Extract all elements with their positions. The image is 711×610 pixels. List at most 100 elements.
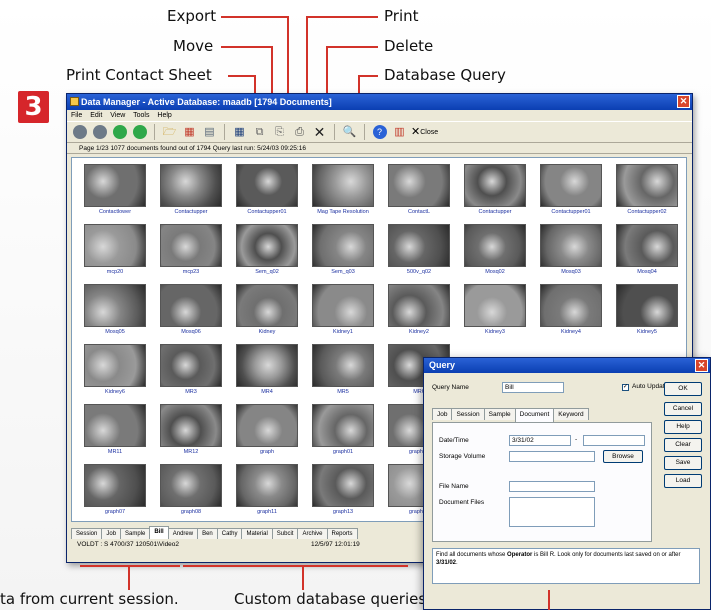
sem-image-thumbnail[interactable] — [160, 224, 222, 267]
cancel-button[interactable]: Cancel — [664, 402, 702, 416]
date-from-input[interactable]: 3/31/02 — [509, 435, 571, 446]
thumbnail-item[interactable]: Contactupper — [464, 164, 526, 216]
close-icon[interactable]: ✕ — [677, 95, 690, 108]
tab-bill[interactable]: Bill — [149, 526, 169, 539]
list-view-icon[interactable]: ▤ — [201, 124, 218, 141]
thumbnail-item[interactable]: Contactlower — [84, 164, 146, 216]
move-button[interactable]: ⧉ — [251, 124, 268, 141]
thumbnail-item[interactable]: graph07 — [84, 464, 146, 516]
tab-subcit[interactable]: Subcit — [271, 528, 299, 539]
grid-view-icon[interactable]: ▦ — [181, 124, 198, 141]
date-to-input[interactable] — [583, 435, 645, 446]
menu-view[interactable]: View — [110, 112, 125, 119]
tab-sample[interactable]: Sample — [120, 528, 151, 539]
tab-reports[interactable]: Reports — [326, 528, 358, 539]
save-button[interactable]: Save — [664, 456, 702, 470]
thumbnail-item[interactable]: mcp23 — [160, 224, 222, 276]
sem-image-thumbnail[interactable] — [388, 284, 450, 327]
thumbnail-item[interactable]: graph13 — [312, 464, 374, 516]
thumbnail-item[interactable]: Kidney5 — [616, 284, 678, 336]
sem-image-thumbnail[interactable] — [84, 344, 146, 387]
sem-image-thumbnail[interactable] — [236, 404, 298, 447]
close-icon[interactable]: ✕ — [695, 359, 708, 372]
sem-image-thumbnail[interactable] — [540, 284, 602, 327]
query-dialog-titlebar[interactable]: Query ✕ — [424, 358, 710, 373]
window-titlebar[interactable]: Data Manager - Active Database: maadb [1… — [67, 94, 692, 110]
thumbnail-item[interactable]: Sem_q03 — [312, 224, 374, 276]
tab-job[interactable]: Job — [432, 408, 453, 420]
sem-image-thumbnail[interactable] — [236, 464, 298, 507]
ok-button[interactable]: OK — [664, 382, 702, 396]
help-icon[interactable]: ? — [371, 124, 388, 141]
sem-image-thumbnail[interactable] — [616, 284, 678, 327]
menu-tools[interactable]: Tools — [133, 112, 149, 119]
thumbnail-item[interactable]: Contactupper01 — [540, 164, 602, 216]
thumbnail-item[interactable]: graph11 — [236, 464, 298, 516]
thumbnail-item[interactable]: Contactupper — [160, 164, 222, 216]
sem-image-thumbnail[interactable] — [236, 344, 298, 387]
thumbnail-item[interactable]: Mosq04 — [616, 224, 678, 276]
sem-image-thumbnail[interactable] — [84, 224, 146, 267]
help-button[interactable]: Help — [664, 420, 702, 434]
sem-image-thumbnail[interactable] — [84, 464, 146, 507]
sem-image-thumbnail[interactable] — [540, 224, 602, 267]
tab-sample[interactable]: Sample — [483, 408, 516, 420]
thumbnail-item[interactable]: Kidney6 — [84, 344, 146, 396]
tab-session[interactable]: Session — [71, 528, 103, 539]
sem-image-thumbnail[interactable] — [160, 284, 222, 327]
sem-image-thumbnail[interactable] — [84, 284, 146, 327]
browse-button[interactable]: Browse — [603, 450, 643, 463]
sem-image-thumbnail[interactable] — [464, 164, 526, 207]
sem-image-thumbnail[interactable] — [616, 164, 678, 207]
sem-image-thumbnail[interactable] — [236, 284, 298, 327]
thumbnail-item[interactable]: ContactL — [388, 164, 450, 216]
report-icon[interactable]: ▥ — [391, 124, 408, 141]
thumbnail-item[interactable]: Mosq05 — [84, 284, 146, 336]
sem-image-thumbnail[interactable] — [312, 284, 374, 327]
sem-image-thumbnail[interactable] — [464, 224, 526, 267]
sem-image-thumbnail[interactable] — [236, 224, 298, 267]
clear-button[interactable]: Clear — [664, 438, 702, 452]
storage-volume-input[interactable] — [509, 451, 595, 462]
tab-cathy[interactable]: Cathy — [216, 528, 243, 539]
thumbnail-item[interactable]: Contactupper01 — [236, 164, 298, 216]
sem-image-thumbnail[interactable] — [312, 164, 374, 207]
sem-image-thumbnail[interactable] — [160, 464, 222, 507]
sem-image-thumbnail[interactable] — [160, 164, 222, 207]
next-page-button[interactable] — [111, 124, 128, 141]
last-page-button[interactable] — [131, 124, 148, 141]
thumbnail-item[interactable]: Kidney3 — [464, 284, 526, 336]
thumbnail-item[interactable]: graph — [236, 404, 298, 456]
thumbnail-item[interactable]: Contactupper02 — [616, 164, 678, 216]
sem-image-thumbnail[interactable] — [388, 164, 450, 207]
sem-image-thumbnail[interactable] — [388, 224, 450, 267]
document-files-input[interactable] — [509, 497, 595, 527]
load-button[interactable]: Load — [664, 474, 702, 488]
sem-image-thumbnail[interactable] — [84, 164, 146, 207]
thumbnail-item[interactable]: MR11 — [84, 404, 146, 456]
thumbnail-item[interactable]: Mosq03 — [540, 224, 602, 276]
auto-update-checkbox[interactable]: ✓ — [622, 384, 629, 391]
tab-document[interactable]: Document — [514, 408, 555, 422]
menu-file[interactable]: File — [71, 112, 82, 119]
tab-ben[interactable]: Ben — [197, 528, 218, 539]
thumbnail-item[interactable]: Sem_q02 — [236, 224, 298, 276]
thumbnail-item[interactable]: Kidney — [236, 284, 298, 336]
database-query-button[interactable]: 🔍 — [341, 124, 358, 141]
sem-image-thumbnail[interactable] — [312, 344, 374, 387]
thumbnail-item[interactable]: mcp20 — [84, 224, 146, 276]
thumbnail-item[interactable]: graph01 — [312, 404, 374, 456]
sem-image-thumbnail[interactable] — [236, 164, 298, 207]
file-name-input[interactable] — [509, 481, 595, 492]
thumbnail-item[interactable]: MR12 — [160, 404, 222, 456]
sem-image-thumbnail[interactable] — [464, 284, 526, 327]
sem-image-thumbnail[interactable] — [540, 164, 602, 207]
tab-archive[interactable]: Archive — [297, 528, 328, 539]
thumbnail-item[interactable]: MR3 — [160, 344, 222, 396]
thumbnail-item[interactable]: MR5 — [312, 344, 374, 396]
close-button[interactable]: ✕ Close — [411, 124, 438, 141]
query-name-input[interactable]: Bill — [502, 382, 564, 393]
thumbnail-item[interactable]: Mosq06 — [160, 284, 222, 336]
tab-session[interactable]: Session — [451, 408, 485, 420]
export-button[interactable]: ⎘ — [271, 124, 288, 141]
